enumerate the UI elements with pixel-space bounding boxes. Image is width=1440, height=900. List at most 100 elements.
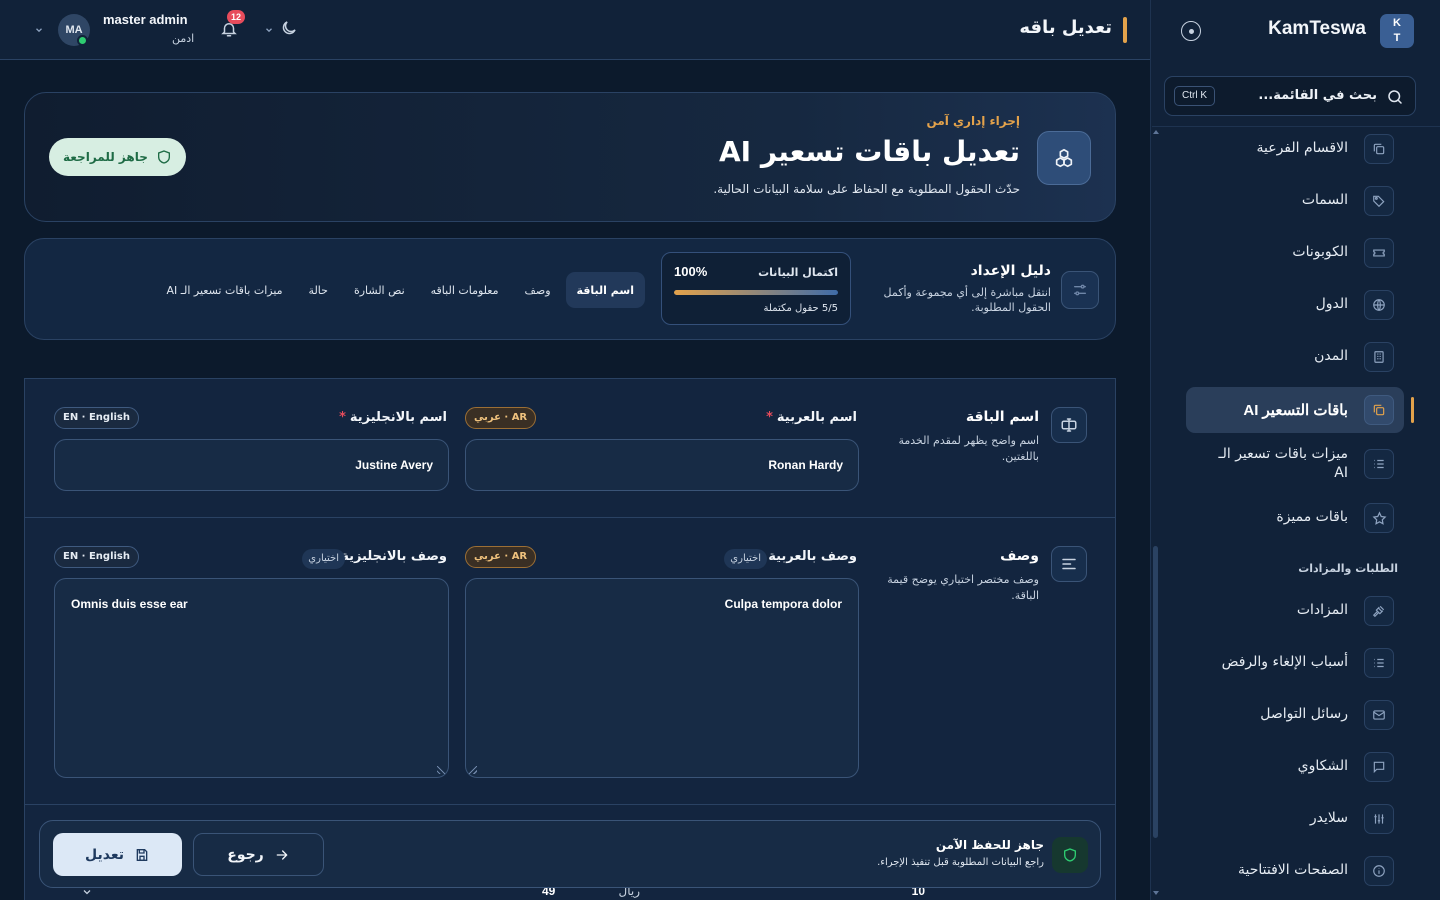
sidebar-item-label: رسائل التواصل xyxy=(1260,706,1348,722)
title-accent-bar xyxy=(1123,17,1127,43)
name-en-input[interactable]: Justine Avery xyxy=(54,439,449,491)
sidebar-toggle-icon[interactable] xyxy=(1181,21,1201,41)
sidebar-item-label: الشكاوي xyxy=(1297,758,1348,774)
sidebar-item-featured-plans[interactable]: باقات مميزة xyxy=(1186,495,1404,541)
tab-plan-name[interactable]: اسم الباقة xyxy=(565,272,645,308)
description-ar-textarea[interactable]: Culpa tempora dolor xyxy=(465,578,859,778)
field-label-name-ar: اسم بالعربية* xyxy=(766,410,857,425)
status-badge: جاهز للمراجعة xyxy=(49,138,186,176)
sidebar-item-label: الكوبونات xyxy=(1292,244,1348,260)
active-indicator xyxy=(1411,397,1414,423)
section-plan-name: اسم الباقة اسم واضح يظهر لمقدم الخدمة با… xyxy=(25,379,1115,518)
action-bar-title: جاهز للحفظ الآمن xyxy=(935,838,1044,852)
page-title: تعديل باقه xyxy=(1019,17,1112,38)
star-icon xyxy=(1364,503,1394,533)
lang-badge-en: EN · English xyxy=(54,546,139,568)
resize-handle-icon[interactable] xyxy=(469,766,477,774)
lang-badge-ar: AR · عربي xyxy=(465,546,537,568)
sidebar-item-label: الدول xyxy=(1315,296,1348,312)
chevron-down-icon[interactable] xyxy=(264,25,274,35)
sidebar-item-coupons[interactable]: الكوبونات xyxy=(1186,230,1404,276)
globe-icon xyxy=(1364,290,1394,320)
cubes-icon xyxy=(1037,131,1091,185)
description-en-value: Omnis duis esse ear xyxy=(71,597,188,611)
mail-icon xyxy=(1364,700,1394,730)
back-button[interactable]: رجوع xyxy=(193,833,324,876)
sidebar-item-cancel-reasons[interactable]: أسباب الإلغاء والرفض xyxy=(1186,640,1404,686)
copy-icon xyxy=(1364,395,1394,425)
sidebar-search-input[interactable]: بحث في القائمة... xyxy=(1258,88,1377,103)
name-ar-input[interactable]: Ronan Hardy xyxy=(465,439,859,491)
sidebar-item-splash-pages[interactable]: الصفحات الافتتاحية xyxy=(1186,848,1404,894)
tab-description[interactable]: وصف xyxy=(514,272,562,308)
scroll-down-icon[interactable] xyxy=(1153,891,1159,895)
description-ar-value: Culpa tempora dolor xyxy=(724,597,842,611)
save-button-label: تعديل xyxy=(85,846,124,863)
sidebar-item-countries[interactable]: الدول xyxy=(1186,282,1404,328)
main-content: إجراء إداري آمن تعديل باقات تسعير AI حدّ… xyxy=(0,61,1150,900)
sidebar-item-label: المدن xyxy=(1314,348,1348,364)
copy-icon xyxy=(1364,134,1394,164)
sidebar: K T KamTeswa بحث في القائمة... Ctrl K ال… xyxy=(1150,0,1440,900)
sidebar-item-slider[interactable]: سلايدر xyxy=(1186,796,1404,842)
shield-icon xyxy=(156,149,172,165)
sidebar-scroll-thumb[interactable] xyxy=(1153,546,1158,838)
list-icon xyxy=(1364,648,1394,678)
sidebar-item-ai-plan-features[interactable]: ميزات باقات تسعير الـ AI xyxy=(1186,441,1404,487)
completion-card: اكتمال البيانات 100% 5/5 حقول مكتملة xyxy=(661,252,851,325)
tab-ai-features[interactable]: ميزات باقات تسعير الـ AI xyxy=(156,272,294,308)
required-mark: * xyxy=(339,410,346,425)
gavel-icon xyxy=(1364,596,1394,626)
optional-tag: اختياري xyxy=(302,549,345,569)
sidebar-item-auctions[interactable]: المزادات xyxy=(1186,588,1404,634)
guide-title: دليل الإعداد xyxy=(970,263,1051,279)
brand-logo[interactable]: K T xyxy=(1380,14,1414,48)
text-cursor-icon xyxy=(1051,407,1087,443)
back-button-label: رجوع xyxy=(227,846,264,863)
tab-badge-text[interactable]: نص الشارة xyxy=(343,272,416,308)
sidebar-item-subsections[interactable]: الاقسام الفرعية xyxy=(1186,126,1404,172)
moon-icon[interactable] xyxy=(280,19,298,37)
user-name[interactable]: master admin xyxy=(103,12,188,27)
scroll-up-icon[interactable] xyxy=(1153,130,1159,134)
field-label-text: اسم بالانجليزية xyxy=(349,410,447,425)
save-icon xyxy=(134,847,150,863)
sidebar-item-label: سلايدر xyxy=(1309,810,1348,826)
sidebar-item-label: الصفحات الافتتاحية xyxy=(1238,862,1348,878)
description-en-textarea[interactable]: Omnis duis esse ear xyxy=(54,578,449,778)
lang-badge-ar: AR · عربي xyxy=(465,407,537,429)
list-icon xyxy=(1364,449,1394,479)
hero-subtitle: حدّث الحقول المطلوبة مع الحفاظ على سلامة… xyxy=(713,182,1020,196)
sidebar-item-attributes[interactable]: السمات xyxy=(1186,178,1404,224)
sidebar-item-label: ميزات باقات تسعير الـ AI xyxy=(1218,446,1348,481)
sidebar-item-label: باقات التسعير AI xyxy=(1243,402,1348,419)
section-title: وصف xyxy=(1000,548,1039,564)
setup-guide: دليل الإعداد انتقل مباشرة إلى أي مجموعة … xyxy=(24,238,1116,340)
sidebar-item-label: الاقسام الفرعية xyxy=(1256,140,1349,156)
tab-status[interactable]: حالة xyxy=(298,272,339,308)
topbar: تعديل باقه 12 master admin ادمن MA xyxy=(0,0,1150,60)
sidebar-item-cities[interactable]: المدن xyxy=(1186,334,1404,380)
sidebar-item-contact-messages[interactable]: رسائل التواصل xyxy=(1186,692,1404,738)
completion-count: 5/5 حقول مكتملة xyxy=(763,303,838,314)
sidebar-item-complaints[interactable]: الشكاوي xyxy=(1186,744,1404,790)
search-icon xyxy=(1386,88,1404,106)
brand-name[interactable]: KamTeswa xyxy=(1268,18,1366,40)
sliders-icon xyxy=(1061,271,1099,309)
chevron-down-icon[interactable] xyxy=(34,25,44,35)
resize-handle-icon[interactable] xyxy=(437,766,445,774)
tab-plan-info[interactable]: معلومات الباقه xyxy=(420,272,510,308)
sidebar-scrollbar[interactable] xyxy=(1151,126,1159,900)
sliders-icon xyxy=(1364,804,1394,834)
sidebar-search[interactable]: بحث في القائمة... Ctrl K xyxy=(1164,76,1416,116)
hero-title: تعديل باقات تسعير AI xyxy=(718,135,1020,168)
hero-eyebrow: إجراء إداري آمن xyxy=(926,114,1020,128)
section-title: اسم الباقة xyxy=(965,409,1039,425)
section-description: وصف وصف مختصر اختياري يوضح قيمة الباقة. … xyxy=(25,518,1115,805)
optional-tag: اختياري xyxy=(724,549,767,569)
info-icon xyxy=(1364,856,1394,886)
sidebar-item-ai-pricing-plans[interactable]: باقات التسعير AI xyxy=(1186,387,1404,433)
progress-bar xyxy=(674,290,838,295)
completion-percent: 100% xyxy=(674,264,708,279)
save-button[interactable]: تعديل xyxy=(53,833,182,876)
